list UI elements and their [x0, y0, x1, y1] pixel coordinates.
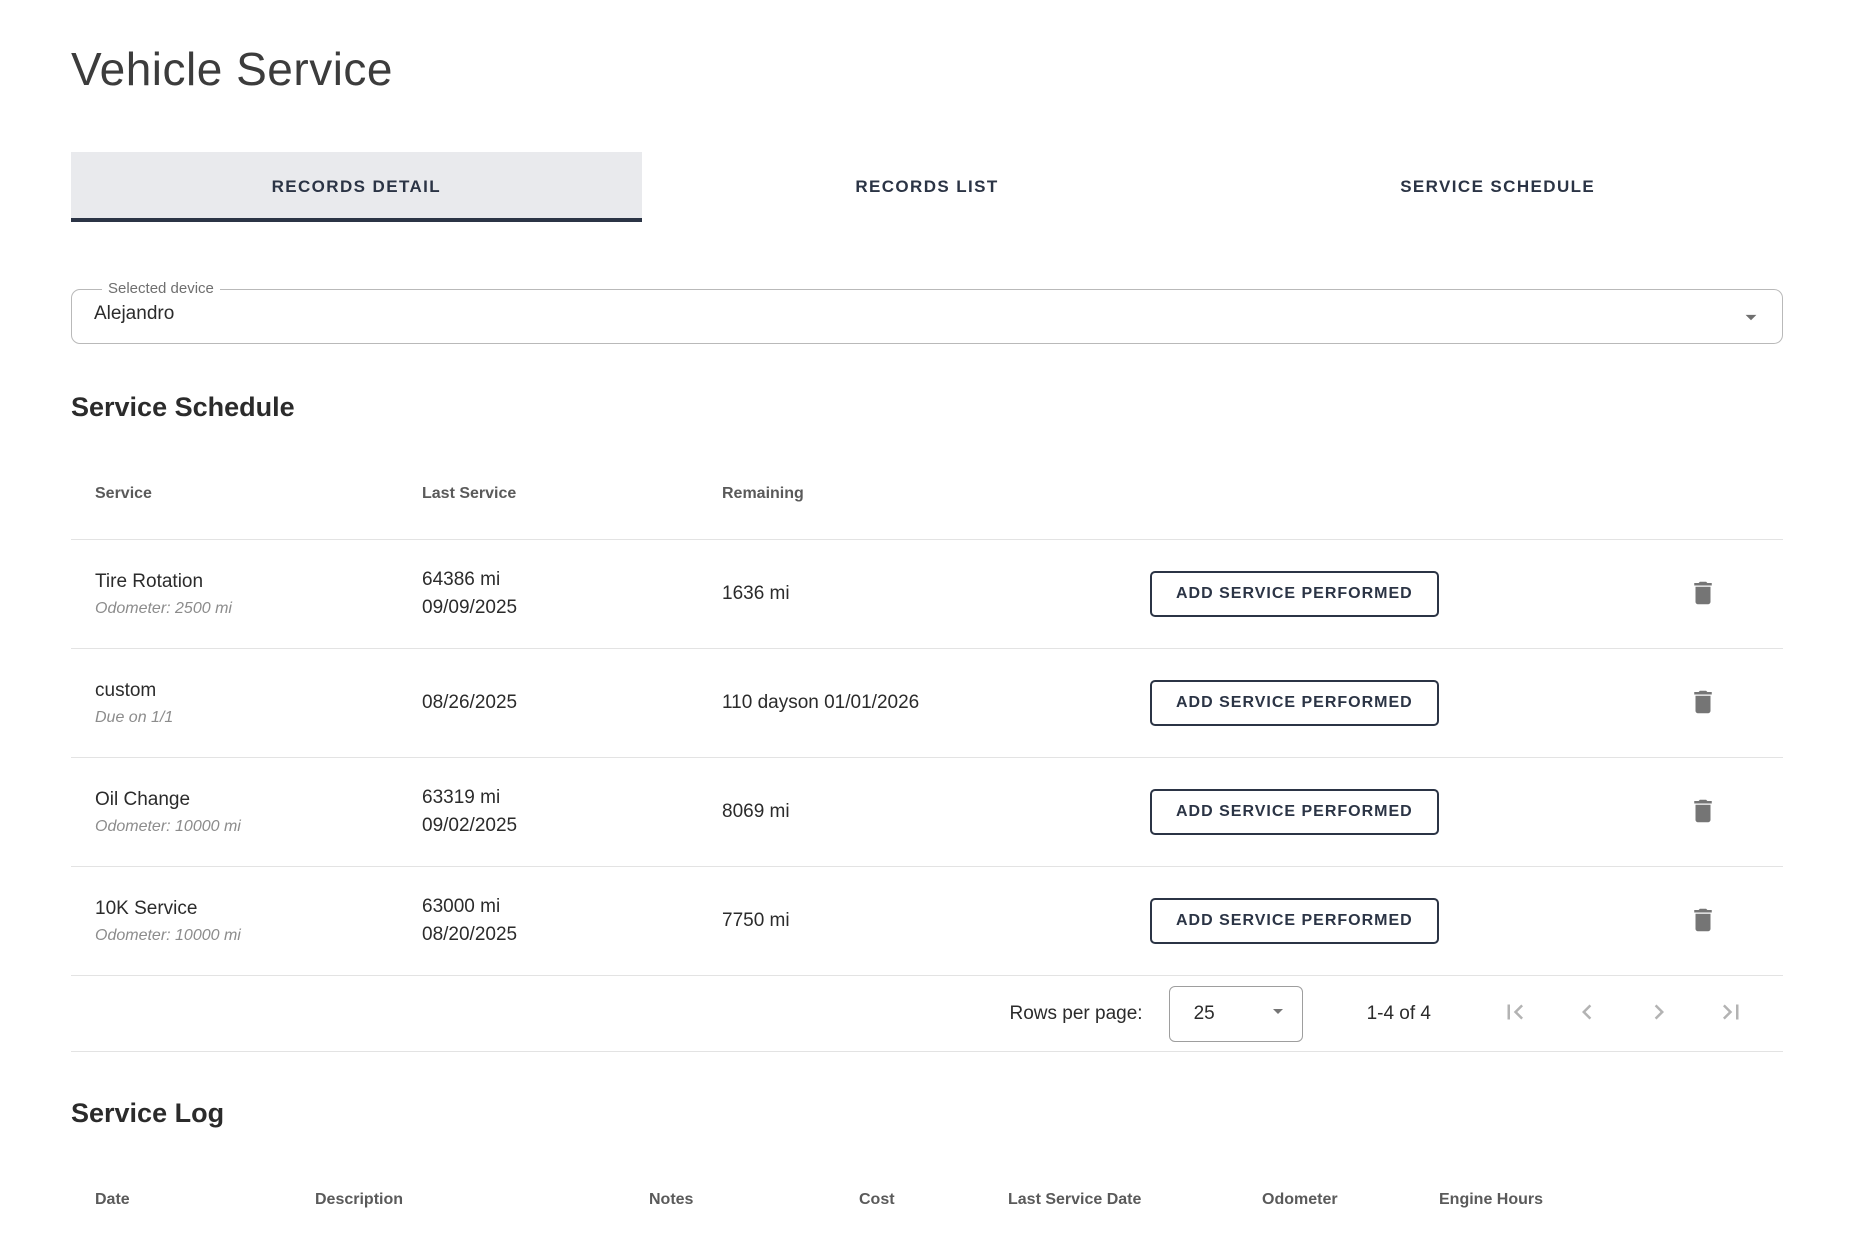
- trash-icon: [1688, 578, 1718, 611]
- last-service-cell: 63319 mi 09/02/2025: [422, 784, 722, 839]
- service-note: Odometer: 10000 mi: [95, 927, 422, 945]
- chevron-left-icon: [1572, 997, 1602, 1030]
- add-service-performed-button[interactable]: ADD SERVICE PERFORMED: [1150, 680, 1439, 726]
- table-row: Tire Rotation Odometer: 2500 mi 64386 mi…: [71, 540, 1783, 649]
- remaining-cell: 8069 mi: [722, 801, 1150, 823]
- column-header-last-service-date: Last Service Date: [1008, 1191, 1262, 1209]
- column-header-engine-hours: Engine Hours: [1439, 1191, 1783, 1209]
- column-header-description: Description: [315, 1191, 649, 1209]
- table-row: Oil Change Odometer: 10000 mi 63319 mi 0…: [71, 758, 1783, 867]
- last-service-cell: 08/26/2025: [422, 689, 722, 717]
- last-page-icon: [1716, 997, 1746, 1030]
- delete-service-button[interactable]: [1681, 899, 1725, 943]
- service-note: Odometer: 2500 mi: [95, 600, 422, 618]
- column-header-date: Date: [95, 1191, 315, 1209]
- chevron-down-icon: [1738, 304, 1764, 330]
- service-log-header-row: Date Description Notes Cost Last Service…: [71, 1129, 1783, 1245]
- delete-service-button[interactable]: [1681, 572, 1725, 616]
- table-row: 10K Service Odometer: 10000 mi 63000 mi …: [71, 867, 1783, 976]
- tab-bar: RECORDS DETAIL RECORDS LIST SERVICE SCHE…: [71, 152, 1783, 222]
- service-log-heading: Service Log: [71, 1098, 1783, 1129]
- pager-controls: [1465, 992, 1753, 1036]
- remaining-cell: 7750 mi: [722, 910, 1150, 932]
- service-cell: Oil Change Odometer: 10000 mi: [95, 789, 422, 836]
- column-header-service: Service: [95, 485, 422, 503]
- column-header-cost: Cost: [859, 1191, 1008, 1209]
- table-row: custom Due on 1/1 08/26/2025 110 dayson …: [71, 649, 1783, 758]
- service-name: Oil Change: [95, 789, 422, 811]
- tab-records-list[interactable]: RECORDS LIST: [642, 152, 1213, 222]
- service-schedule-header-row: Service Last Service Remaining: [71, 423, 1783, 540]
- chevron-right-icon: [1644, 997, 1674, 1030]
- trash-icon: [1688, 687, 1718, 720]
- service-cell: 10K Service Odometer: 10000 mi: [95, 898, 422, 945]
- column-header-odometer: Odometer: [1262, 1191, 1439, 1209]
- pagination-bar: Rows per page: 25 1-4 of 4: [71, 976, 1783, 1052]
- delete-service-button[interactable]: [1681, 681, 1725, 725]
- add-service-performed-button[interactable]: ADD SERVICE PERFORMED: [1150, 789, 1439, 835]
- rows-per-page-label: Rows per page:: [1009, 1003, 1142, 1025]
- rows-per-page-value: 25: [1194, 1003, 1215, 1025]
- service-name: Tire Rotation: [95, 571, 422, 593]
- previous-page-button[interactable]: [1565, 992, 1609, 1036]
- pagination-range-label: 1-4 of 4: [1367, 1003, 1431, 1025]
- delete-service-button[interactable]: [1681, 790, 1725, 834]
- remaining-cell: 110 dayson 01/01/2026: [722, 692, 1150, 714]
- chevron-down-icon: [1266, 999, 1290, 1029]
- trash-icon: [1688, 796, 1718, 829]
- first-page-icon: [1500, 997, 1530, 1030]
- column-header-last-service: Last Service: [422, 485, 722, 503]
- remaining-cell: 1636 mi: [722, 583, 1150, 605]
- last-service-cell: 63000 mi 08/20/2025: [422, 893, 722, 948]
- selected-device-value: Alejandro: [94, 303, 174, 325]
- page-title: Vehicle Service: [71, 42, 1783, 96]
- service-name: custom: [95, 680, 422, 702]
- service-note: Odometer: 10000 mi: [95, 818, 422, 836]
- service-cell: custom Due on 1/1: [95, 680, 422, 727]
- last-service-cell: 64386 mi 09/09/2025: [422, 566, 722, 621]
- column-header-remaining: Remaining: [722, 485, 1150, 503]
- add-service-performed-button[interactable]: ADD SERVICE PERFORMED: [1150, 571, 1439, 617]
- column-header-notes: Notes: [649, 1191, 859, 1209]
- service-name: 10K Service: [95, 898, 422, 920]
- next-page-button[interactable]: [1637, 992, 1681, 1036]
- tab-records-detail[interactable]: RECORDS DETAIL: [71, 152, 642, 222]
- service-note: Due on 1/1: [95, 709, 422, 727]
- service-schedule-heading: Service Schedule: [71, 392, 1783, 423]
- service-cell: Tire Rotation Odometer: 2500 mi: [95, 571, 422, 618]
- trash-icon: [1688, 905, 1718, 938]
- first-page-button[interactable]: [1493, 992, 1537, 1036]
- add-service-performed-button[interactable]: ADD SERVICE PERFORMED: [1150, 898, 1439, 944]
- selected-device-label: Selected device: [102, 282, 220, 296]
- tab-service-schedule[interactable]: SERVICE SCHEDULE: [1212, 152, 1783, 222]
- last-page-button[interactable]: [1709, 992, 1753, 1036]
- rows-per-page-select[interactable]: 25: [1169, 986, 1303, 1042]
- selected-device-select[interactable]: Selected device Alejandro: [71, 282, 1783, 344]
